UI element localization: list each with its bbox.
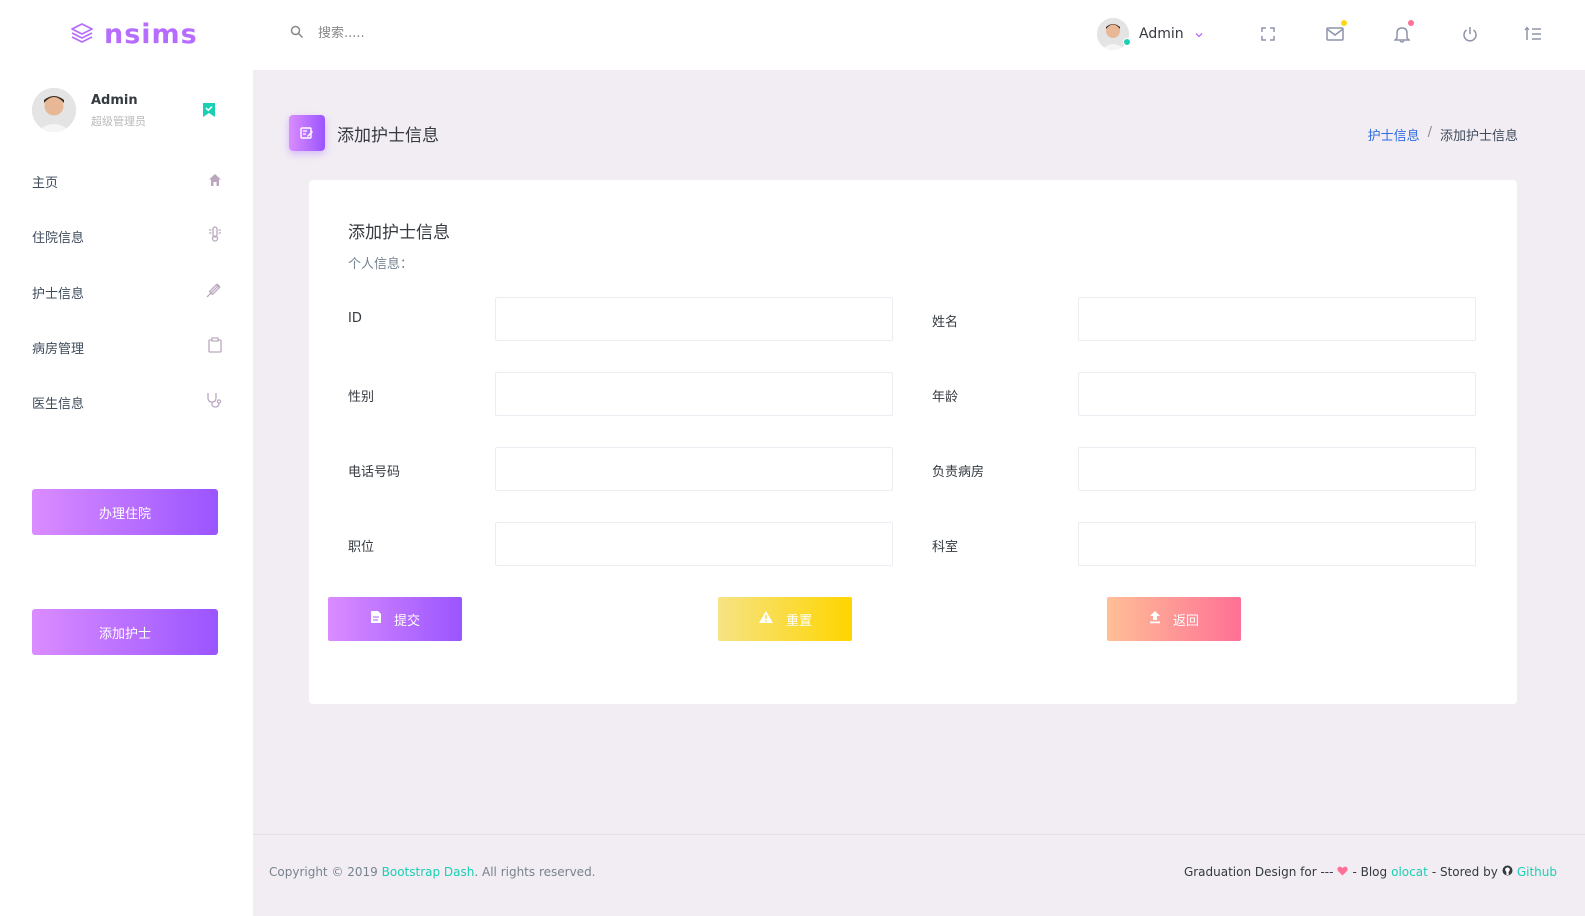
position-field[interactable] [495, 522, 893, 566]
design-text: Graduation Design for --- [1183, 865, 1334, 879]
id-label: ID [348, 311, 362, 326]
gender-label: 性别 [348, 390, 375, 405]
phone-field[interactable] [495, 447, 893, 491]
mail-notification-dot [1341, 20, 1347, 26]
blog-link[interactable]: olocat [1391, 865, 1428, 879]
add-nurse-button[interactable]: 添加护士 [32, 609, 218, 655]
department-label: 科室 [932, 540, 959, 555]
brand-name: nsims [104, 19, 198, 50]
age-field[interactable] [1078, 372, 1476, 416]
id-field[interactable] [495, 297, 893, 341]
github-icon [1502, 865, 1513, 879]
name-field[interactable] [1078, 297, 1476, 341]
clipboard-icon [208, 337, 222, 357]
stethoscope-icon [206, 392, 222, 412]
sidebar-item-label: 住院信息 [32, 230, 85, 246]
department-field[interactable] [1078, 522, 1476, 566]
breadcrumb: 护士信息 / 添加护士信息 [1368, 125, 1518, 144]
sidebar-item-label: 护士信息 [32, 286, 85, 302]
heart-icon [1337, 865, 1349, 879]
file-icon [370, 610, 382, 628]
breadcrumb-link-nurse[interactable]: 护士信息 [1368, 125, 1420, 144]
sidebar-profile[interactable]: Admin 超级管理员 [32, 88, 222, 134]
sidebar-item-label: 病房管理 [32, 341, 85, 357]
page-title: 添加护士信息 [337, 125, 439, 146]
copyright-suffix: . All rights reserved. [474, 865, 596, 879]
profile-name: Admin [91, 93, 138, 108]
age-label: 年龄 [932, 390, 959, 405]
copyright-prefix: Copyright © 2019 [269, 865, 382, 879]
sidebar-item-inpatient[interactable]: 住院信息 [32, 221, 222, 251]
bootstrap-dash-link[interactable]: Bootstrap Dash [382, 865, 475, 879]
form-subtitle: 个人信息： [348, 257, 414, 272]
footer-copyright: Copyright © 2019 Bootstrap Dash. All rig… [269, 865, 596, 879]
power-icon[interactable] [1460, 24, 1480, 44]
ward-field[interactable] [1078, 447, 1476, 491]
name-label: 姓名 [932, 315, 959, 330]
home-icon [208, 172, 222, 191]
online-status-dot [1123, 38, 1131, 46]
page-header: 添加护士信息 [289, 115, 439, 151]
profile-role: 超级管理员 [91, 115, 146, 128]
stored-prefix: - Stored by [1431, 865, 1498, 879]
sidebar-item-home[interactable]: 主页 [32, 166, 222, 196]
gender-field[interactable] [495, 372, 893, 416]
navbar-user-name: Admin [1139, 26, 1184, 42]
fullscreen-icon[interactable] [1258, 24, 1278, 44]
sidebar: Admin 超级管理员 主页 住院信息 护士信息 病房管理 医生信息 办理住院 … [0, 70, 253, 916]
breadcrumb-separator: / [1427, 125, 1432, 140]
submit-button-label: 提交 [393, 613, 420, 629]
blog-prefix: - Blog [1352, 865, 1388, 879]
thermometer-icon [208, 226, 222, 246]
back-button-label: 返回 [1172, 613, 1199, 629]
nurse-form-card: 添加护士信息 个人信息： ID 姓名 性别 年龄 电话号码 负责病房 职位 科室… [309, 180, 1517, 704]
sidebar-item-label: 主页 [32, 175, 59, 191]
top-navbar: nsims Admin [0, 0, 1585, 70]
chevron-down-icon [1194, 25, 1204, 44]
phone-label: 电话号码 [348, 465, 401, 480]
sidebar-item-doctor[interactable]: 医生信息 [32, 387, 222, 417]
search-bar [290, 24, 518, 43]
search-input[interactable] [318, 26, 518, 41]
mail-icon[interactable] [1325, 20, 1347, 44]
warning-icon [758, 610, 774, 628]
search-icon [290, 24, 304, 43]
form-edit-icon [289, 115, 325, 151]
back-button[interactable]: 返回 [1107, 597, 1241, 641]
github-link[interactable]: Github [1517, 865, 1557, 879]
footer-credits: Graduation Design for --- - Blog olocat … [1184, 865, 1557, 879]
menu-list-icon[interactable] [1523, 24, 1543, 44]
admit-patient-button[interactable]: 办理住院 [32, 489, 218, 535]
submit-button[interactable]: 提交 [328, 597, 462, 641]
upload-icon [1149, 610, 1161, 628]
breadcrumb-current: 添加护士信息 [1439, 129, 1518, 144]
form-title: 添加护士信息 [348, 223, 450, 243]
position-label: 职位 [348, 540, 375, 555]
sidebar-item-nurse[interactable]: 护士信息 [32, 277, 222, 307]
profile-avatar [32, 88, 76, 132]
ward-label: 负责病房 [932, 465, 985, 480]
layers-icon [70, 21, 94, 49]
bookmark-check-icon [202, 102, 216, 122]
reset-button[interactable]: 重置 [718, 597, 852, 641]
navbar-user-menu[interactable]: Admin [1097, 18, 1204, 50]
bell-notification-dot [1408, 20, 1414, 26]
brand-logo[interactable]: nsims [70, 20, 198, 50]
sidebar-item-label: 医生信息 [32, 396, 85, 412]
reset-button-label: 重置 [785, 613, 812, 629]
footer: Copyright © 2019 Bootstrap Dash. All rig… [253, 834, 1585, 916]
bell-icon[interactable] [1392, 20, 1414, 44]
syringe-icon [206, 282, 222, 302]
sidebar-item-ward[interactable]: 病房管理 [32, 332, 222, 362]
